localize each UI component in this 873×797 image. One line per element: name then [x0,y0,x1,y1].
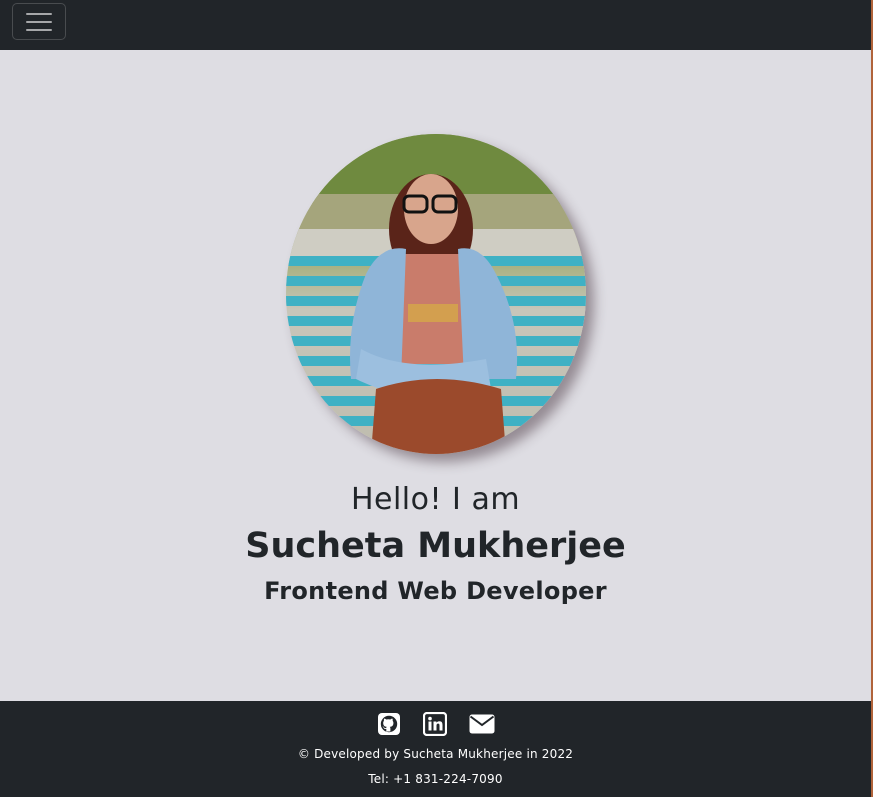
hamburger-menu-icon [26,28,52,31]
hamburger-menu-icon [26,20,52,23]
developer-role: Frontend Web Developer [264,577,607,605]
phone-text: Tel: +1 831-224-7090 [368,772,503,786]
social-links [0,711,871,737]
page: Hello! I am Sucheta Mukherjee Frontend W… [0,0,871,797]
profile-photo [286,134,586,454]
developer-name: Sucheta Mukherjee [245,526,626,566]
footer: © Developed by Sucheta Mukherjee in 2022… [0,701,871,797]
linkedin-icon [422,711,447,737]
hamburger-menu-icon [26,12,52,15]
envelope-icon [469,714,494,734]
navbar-toggle-button[interactable] [12,3,66,40]
linkedin-link[interactable] [422,711,447,737]
copyright-text: © Developed by Sucheta Mukherjee in 2022 [297,747,574,761]
greeting-text: Hello! I am [350,482,521,517]
hero-section: Hello! I am Sucheta Mukherjee Frontend W… [0,50,871,701]
github-link[interactable] [377,712,401,736]
email-link[interactable] [469,712,495,736]
github-icon [377,713,400,735]
navbar [0,0,871,50]
